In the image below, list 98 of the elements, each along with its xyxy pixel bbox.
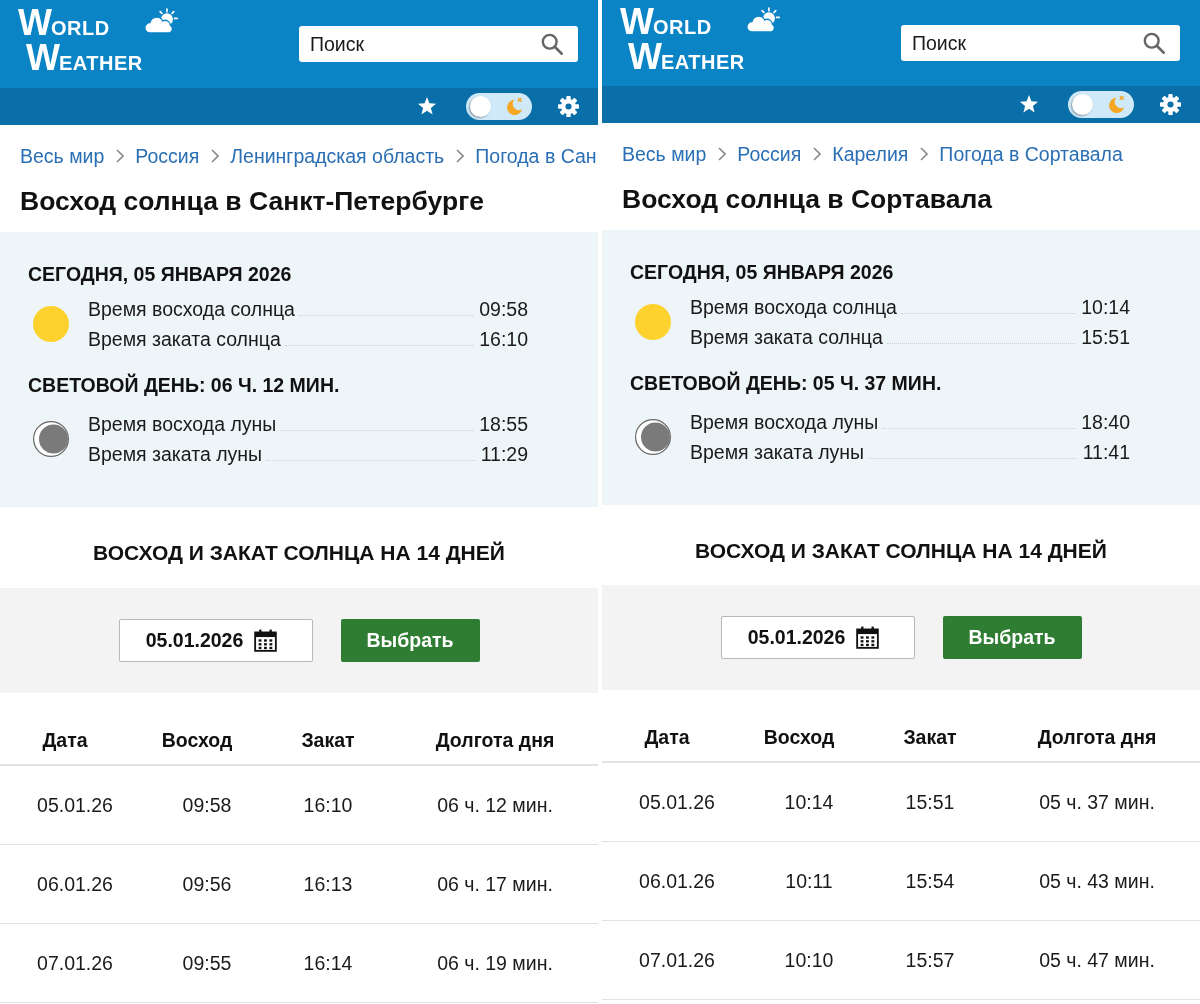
time-label: Время восхода луны (88, 412, 277, 437)
breadcrumb-link[interactable]: Погода в Сортавала (939, 143, 1123, 165)
logo-text: WEATHER (627, 42, 745, 77)
table-cell: 09:56 (182, 872, 232, 896)
chevron-icon (116, 149, 125, 163)
breadcrumb-link[interactable]: Карелия (832, 143, 909, 165)
table-cell: 06 ч. 12 мин. (437, 793, 553, 817)
column-header: Восход (763, 726, 835, 749)
star-icon[interactable] (1019, 95, 1039, 114)
table-cell: 06.01.26 (37, 872, 113, 896)
section-heading: ВОСХОД И ЗАКАТ СОЛНЦА НА 14 ДНЕЙ (695, 540, 1107, 562)
chevron-icon (211, 149, 220, 163)
column-header: Долгота дня (1037, 726, 1157, 749)
table-cell: 15:51 (905, 790, 955, 814)
settings-icon[interactable] (1160, 94, 1181, 115)
table-cell: 10:10 (784, 948, 834, 972)
time-label: Время заката луны (690, 440, 865, 465)
search-field[interactable]: Поиск (299, 26, 578, 62)
table-cell: 16:13 (303, 872, 353, 896)
time-value: 18:40 (1081, 410, 1130, 435)
moon-phase-icon (33, 421, 69, 457)
calendar-icon[interactable] (253, 629, 277, 652)
time-label: Время заката солнца (690, 325, 883, 350)
table-cell: 06.01.26 (639, 869, 715, 893)
time-value: 09:58 (479, 297, 528, 322)
page-title: Восход солнца в Сортавала (622, 184, 994, 214)
table-cell: 05 ч. 47 мин. (1039, 948, 1155, 972)
logo-text: WORLD (620, 7, 713, 42)
column-header: Дата (644, 726, 690, 749)
time-label: Время восхода солнца (690, 295, 897, 320)
column-header: Дата (42, 729, 88, 752)
time-value: 11:41 (1082, 440, 1130, 465)
date-field[interactable]: 05.01.2026 (118, 619, 313, 662)
calendar-icon[interactable] (855, 626, 879, 649)
table-cell: 05 ч. 37 мин. (1039, 790, 1155, 814)
moon-phase-icon (635, 419, 671, 455)
breadcrumb-link[interactable]: Погода в Сан (475, 145, 597, 167)
table-cell: 07.01.26 (639, 948, 715, 972)
search-field[interactable]: Поиск (901, 25, 1180, 61)
moon-icon (1106, 95, 1125, 114)
search-icon[interactable] (541, 33, 563, 55)
daylight-heading: СВЕТОВОЙ ДЕНЬ: 06 Ч. 12 МИН. (28, 374, 341, 396)
table-cell: 16:10 (303, 793, 353, 817)
breadcrumb-link[interactable]: Ленинградская область (230, 145, 445, 167)
table-cell: 10:11 (785, 869, 833, 893)
section-heading: СЕГОДНЯ, 05 ЯНВАРЯ 2026 (28, 263, 293, 285)
daylight-heading: СВЕТОВОЙ ДЕНЬ: 05 Ч. 37 МИН. (630, 372, 943, 394)
theme-toggle[interactable] (1068, 91, 1134, 118)
time-value: 18:55 (479, 412, 528, 437)
breadcrumb-link[interactable]: Россия (135, 145, 200, 167)
table-cell: 15:54 (905, 869, 955, 893)
time-label: Время восхода солнца (88, 297, 295, 322)
table-cell: 05.01.26 (37, 793, 113, 817)
date-field[interactable]: 05.01.2026 (720, 616, 915, 659)
time-value: 15:51 (1081, 325, 1130, 350)
theme-toggle[interactable] (466, 93, 532, 120)
table-cell: 09:55 (182, 951, 232, 975)
select-button[interactable]: Выбрать (942, 616, 1082, 659)
section-heading: ВОСХОД И ЗАКАТ СОЛНЦА НА 14 ДНЕЙ (93, 542, 505, 564)
column-header: Долгота дня (435, 729, 555, 752)
breadcrumb-link[interactable]: Весь мир (622, 143, 707, 165)
column-header: Восход (161, 729, 233, 752)
time-value: 10:14 (1081, 295, 1130, 320)
logo-text: WORLD (18, 8, 111, 43)
table-cell: 15:57 (905, 948, 955, 972)
table-cell: 05 ч. 43 мин. (1039, 869, 1155, 893)
section-heading: СЕГОДНЯ, 05 ЯНВАРЯ 2026 (630, 261, 895, 283)
chevron-icon (718, 147, 727, 161)
table-cell: 06 ч. 19 мин. (437, 951, 553, 975)
table-cell: 05.01.26 (639, 790, 715, 814)
moon-icon (504, 97, 523, 116)
chevron-icon (456, 149, 465, 163)
table-cell: 10:14 (784, 790, 834, 814)
select-button[interactable]: Выбрать (340, 619, 480, 662)
breadcrumb-link[interactable]: Весь мир (20, 145, 105, 167)
search-icon[interactable] (1143, 32, 1165, 54)
page-title: Восход солнца в Санкт-Петербурге (20, 186, 485, 216)
chevron-icon (920, 147, 929, 161)
cloud-sun-icon (745, 7, 780, 33)
table-cell: 07.01.26 (37, 951, 113, 975)
sun-icon (635, 304, 671, 340)
time-label: Время заката солнца (88, 327, 281, 352)
time-label: Время восхода луны (690, 410, 879, 435)
settings-icon[interactable] (558, 96, 579, 117)
cloud-sun-icon (143, 8, 178, 34)
table-cell: 16:14 (303, 951, 353, 975)
table-cell: 09:58 (182, 793, 232, 817)
time-value: 16:10 (479, 327, 528, 352)
column-header: Закат (301, 729, 355, 752)
breadcrumb-link[interactable]: Россия (737, 143, 802, 165)
star-icon[interactable] (417, 97, 437, 116)
time-value: 11:29 (480, 442, 528, 467)
table-cell: 06 ч. 17 мин. (437, 872, 553, 896)
sun-icon (33, 306, 69, 342)
chevron-icon (813, 147, 822, 161)
logo-text: WEATHER (25, 43, 143, 78)
column-header: Закат (903, 726, 957, 749)
time-label: Время заката луны (88, 442, 263, 467)
